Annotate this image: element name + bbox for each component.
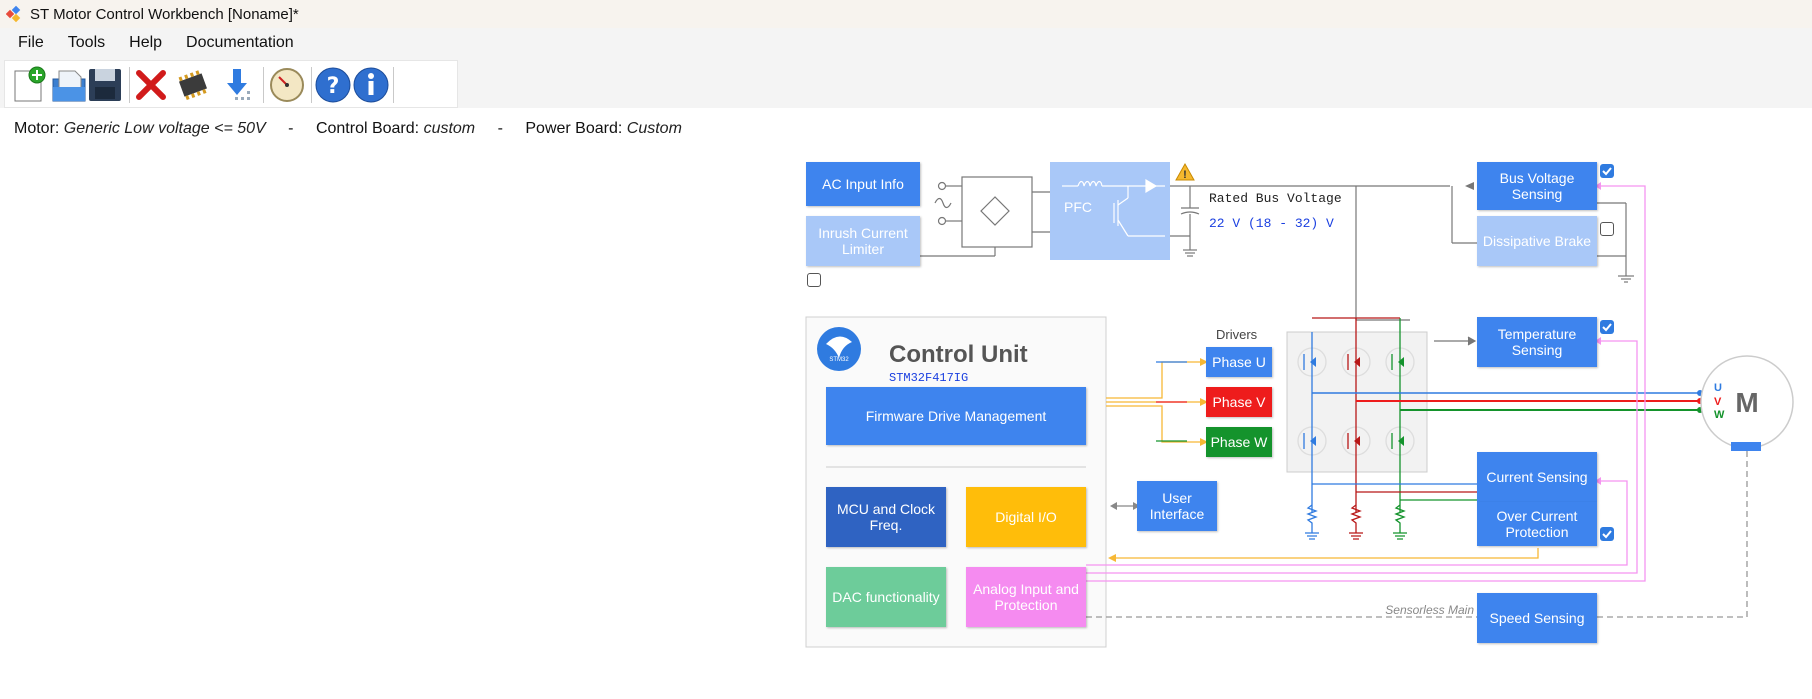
current-sensing-block[interactable]: Current Sensing: [1477, 452, 1597, 502]
sensorless-main-label: Sensorless Main: [1385, 603, 1474, 617]
phase-w-terminal: W: [1714, 409, 1725, 421]
control-unit-title: Control Unit: [889, 341, 1028, 368]
mcu-part-number: STM32F417IG: [889, 371, 968, 385]
inrush-checkbox[interactable]: [807, 273, 821, 287]
speed-sensing-block[interactable]: Speed Sensing: [1477, 593, 1597, 643]
svg-text:!: !: [1183, 169, 1187, 181]
check-icon: [1602, 167, 1612, 176]
dissipative-brake-block[interactable]: Dissipative Brake: [1477, 216, 1597, 266]
over-current-checkbox[interactable]: [1600, 527, 1614, 541]
phase-u-terminal: U: [1714, 382, 1722, 394]
phase-w-driver[interactable]: Phase W: [1206, 427, 1272, 457]
phase-v-driver[interactable]: Phase V: [1206, 387, 1272, 417]
over-current-protection-block[interactable]: Over Current Protection: [1477, 502, 1597, 546]
bus-voltage-checkbox[interactable]: [1600, 164, 1614, 178]
inrush-current-limiter-block[interactable]: Inrush Current Limiter: [806, 216, 920, 266]
analog-input-protection-block[interactable]: Analog Input and Protection: [966, 567, 1086, 627]
user-interface-block[interactable]: User Interface: [1137, 481, 1217, 531]
bus-voltage-sensing-block[interactable]: Bus Voltage Sensing: [1477, 162, 1597, 210]
logo-text: STM32: [829, 357, 849, 363]
rated-bus-voltage-label: Rated Bus Voltage: [1209, 191, 1342, 206]
phase-u-driver[interactable]: Phase U: [1206, 347, 1272, 377]
mcu-clock-block[interactable]: MCU and Clock Freq.: [826, 487, 946, 547]
check-icon: [1602, 530, 1612, 539]
pfc-label: PFC: [1064, 199, 1092, 215]
ac-input-info-block[interactable]: AC Input Info: [806, 162, 920, 206]
dissipative-brake-checkbox[interactable]: [1600, 222, 1614, 236]
digital-io-block[interactable]: Digital I/O: [966, 487, 1086, 547]
dac-functionality-block[interactable]: DAC functionality: [826, 567, 946, 627]
phase-v-terminal: V: [1714, 396, 1722, 408]
rated-bus-voltage-value: 22 V (18 - 32) V: [1209, 216, 1334, 231]
drivers-label: Drivers: [1216, 327, 1258, 342]
temperature-sensing-block[interactable]: Temperature Sensing: [1477, 317, 1597, 367]
temperature-checkbox[interactable]: [1600, 320, 1614, 334]
check-icon: [1602, 323, 1612, 332]
motor-label: M: [1735, 387, 1758, 418]
firmware-drive-management-block[interactable]: Firmware Drive Management: [826, 387, 1086, 445]
